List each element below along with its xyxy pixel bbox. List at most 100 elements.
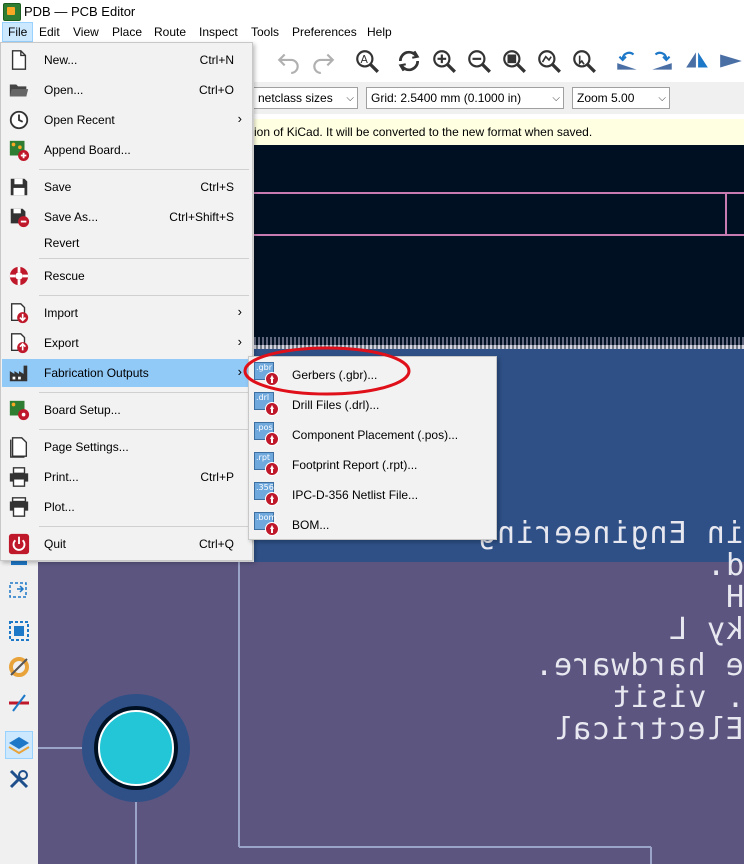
rotate-cw-icon	[652, 51, 672, 70]
menu-help[interactable]: Help	[362, 22, 397, 42]
folder-icon	[6, 79, 32, 101]
menu-item-page-settings[interactable]: Page Settings...	[2, 433, 252, 461]
zoom-objects-button[interactable]	[534, 46, 564, 76]
silkscreen-line-5: e hardware.	[534, 648, 744, 683]
grid-select[interactable]: Grid: 2.5400 mm (0.1000 in) ⌵	[366, 87, 564, 109]
pcb-canvas-top[interactable]	[254, 145, 744, 345]
menu-item-import[interactable]: Import ›	[2, 299, 252, 327]
zoom-out-button[interactable]	[464, 46, 494, 76]
menu-item-save-as[interactable]: Save As... Ctrl+Shift+S	[2, 203, 252, 231]
undo-icon	[277, 53, 299, 74]
new-label: New...	[44, 53, 78, 67]
menu-separator	[39, 169, 249, 170]
track-icon	[9, 694, 29, 712]
submenu-item-footprint-report[interactable]: .rpt Footprint Report (.rpt)...	[250, 449, 495, 479]
grid-value: Grid: 2.5400 mm (0.1000 in)	[371, 91, 522, 105]
redo-button[interactable]	[308, 46, 338, 76]
submenu-item-ipc-netlist[interactable]: .356 IPC-D-356 Netlist File...	[250, 479, 495, 509]
export-icon	[6, 332, 32, 354]
menu-item-print[interactable]: Print... Ctrl+P	[2, 463, 252, 491]
menu-edit[interactable]: Edit	[34, 22, 65, 42]
mirror-icon	[686, 52, 708, 68]
save-icon	[6, 176, 32, 198]
left-tool-select-area[interactable]	[5, 577, 33, 605]
menu-separator	[39, 258, 249, 259]
ratsnest-icon	[9, 621, 29, 641]
power-icon	[6, 533, 32, 555]
zoom-select[interactable]: Zoom 5.00 ⌵	[572, 87, 670, 109]
zoom-in-icon	[433, 50, 456, 73]
left-tool-ratsnest[interactable]	[5, 617, 33, 645]
silkscreen-line-6: . visit	[610, 680, 744, 715]
layers-icon	[8, 737, 30, 755]
left-tool-pad[interactable]	[5, 653, 33, 681]
left-tool-settings[interactable]	[5, 765, 33, 793]
chevron-right-icon: ›	[237, 111, 242, 126]
zoom-fit-button[interactable]	[499, 46, 529, 76]
menu-item-open[interactable]: Open... Ctrl+O	[2, 76, 252, 104]
menu-route[interactable]: Route	[149, 22, 191, 42]
menu-place[interactable]: Place	[107, 22, 147, 42]
rotate-ccw-button[interactable]	[612, 46, 642, 76]
import-icon	[6, 302, 32, 324]
new-shortcut: Ctrl+N	[199, 53, 234, 67]
left-tool-track[interactable]	[5, 689, 33, 717]
menu-item-open-recent[interactable]: Open Recent ›	[2, 106, 252, 134]
quit-label: Quit	[44, 537, 67, 551]
menu-separator	[39, 526, 249, 527]
menu-file[interactable]: File	[2, 22, 34, 42]
submenu-item-component-placement[interactable]: .pos Component Placement (.pos)...	[250, 419, 495, 449]
mirror-button[interactable]	[682, 46, 712, 76]
menu-item-plot[interactable]: Plot...	[2, 493, 252, 521]
rotate-cw-button[interactable]	[647, 46, 677, 76]
left-tool-layers[interactable]	[5, 731, 33, 759]
menu-separator	[39, 429, 249, 430]
page-settings-icon	[6, 436, 32, 458]
open-recent-label: Open Recent	[44, 113, 115, 127]
component-placement-label: Component Placement (.pos)...	[292, 428, 459, 442]
menu-item-export[interactable]: Export ›	[2, 329, 252, 357]
flip-button[interactable]	[716, 46, 744, 76]
zoom-in-button[interactable]	[429, 46, 459, 76]
chevron-down-icon: ⌵	[658, 93, 666, 104]
silkscreen-line-7: Electrical	[553, 712, 744, 747]
print-label: Print...	[44, 470, 79, 484]
menu-item-revert[interactable]: Revert	[2, 229, 252, 257]
menu-view[interactable]: View	[68, 22, 104, 42]
save-as-shortcut: Ctrl+Shift+S	[169, 210, 234, 224]
refresh-button[interactable]	[394, 46, 424, 76]
menu-item-fabrication-outputs[interactable]: Fabrication Outputs ›	[2, 359, 252, 387]
select-area-icon	[9, 582, 27, 598]
pos-file-icon: .pos	[254, 422, 282, 446]
zoom-selection-button[interactable]	[569, 46, 599, 76]
menu-separator	[39, 392, 249, 393]
menu-item-save[interactable]: Save Ctrl+S	[2, 173, 252, 201]
menu-inspect[interactable]: Inspect	[194, 22, 243, 42]
plot-label: Plot...	[44, 500, 75, 514]
find-button[interactable]: A	[352, 46, 382, 76]
highlight-ellipse	[243, 346, 411, 396]
menu-preferences[interactable]: Preferences	[287, 22, 362, 42]
zoom-selection-icon	[573, 50, 596, 73]
pad-icon	[9, 657, 29, 677]
lifebuoy-icon	[6, 265, 32, 287]
menu-item-board-setup[interactable]: Board Setup...	[2, 396, 252, 424]
rescue-label: Rescue	[44, 269, 85, 283]
board-outline-graphic	[254, 192, 744, 236]
menu-tools[interactable]: Tools	[246, 22, 284, 42]
plotter-icon	[6, 496, 32, 518]
board-setup-icon	[6, 399, 32, 421]
rotate-ccw-icon	[617, 51, 637, 70]
netclass-select[interactable]: netclass sizes ⌵	[254, 87, 358, 109]
menu-item-append-board[interactable]: Append Board...	[2, 136, 252, 164]
save-as-label: Save As...	[44, 210, 99, 224]
bom-label: BOM...	[292, 518, 330, 532]
menu-item-rescue[interactable]: Rescue	[2, 262, 252, 290]
undo-button[interactable]	[274, 46, 304, 76]
submenu-item-bom[interactable]: .bom BOM...	[250, 509, 495, 539]
menu-item-quit[interactable]: Quit Ctrl+Q	[2, 530, 252, 558]
menu-item-new[interactable]: New... Ctrl+N	[2, 46, 252, 74]
board-setup-label: Board Setup...	[44, 403, 121, 417]
factory-icon	[6, 362, 32, 384]
revert-label: Revert	[44, 236, 80, 250]
